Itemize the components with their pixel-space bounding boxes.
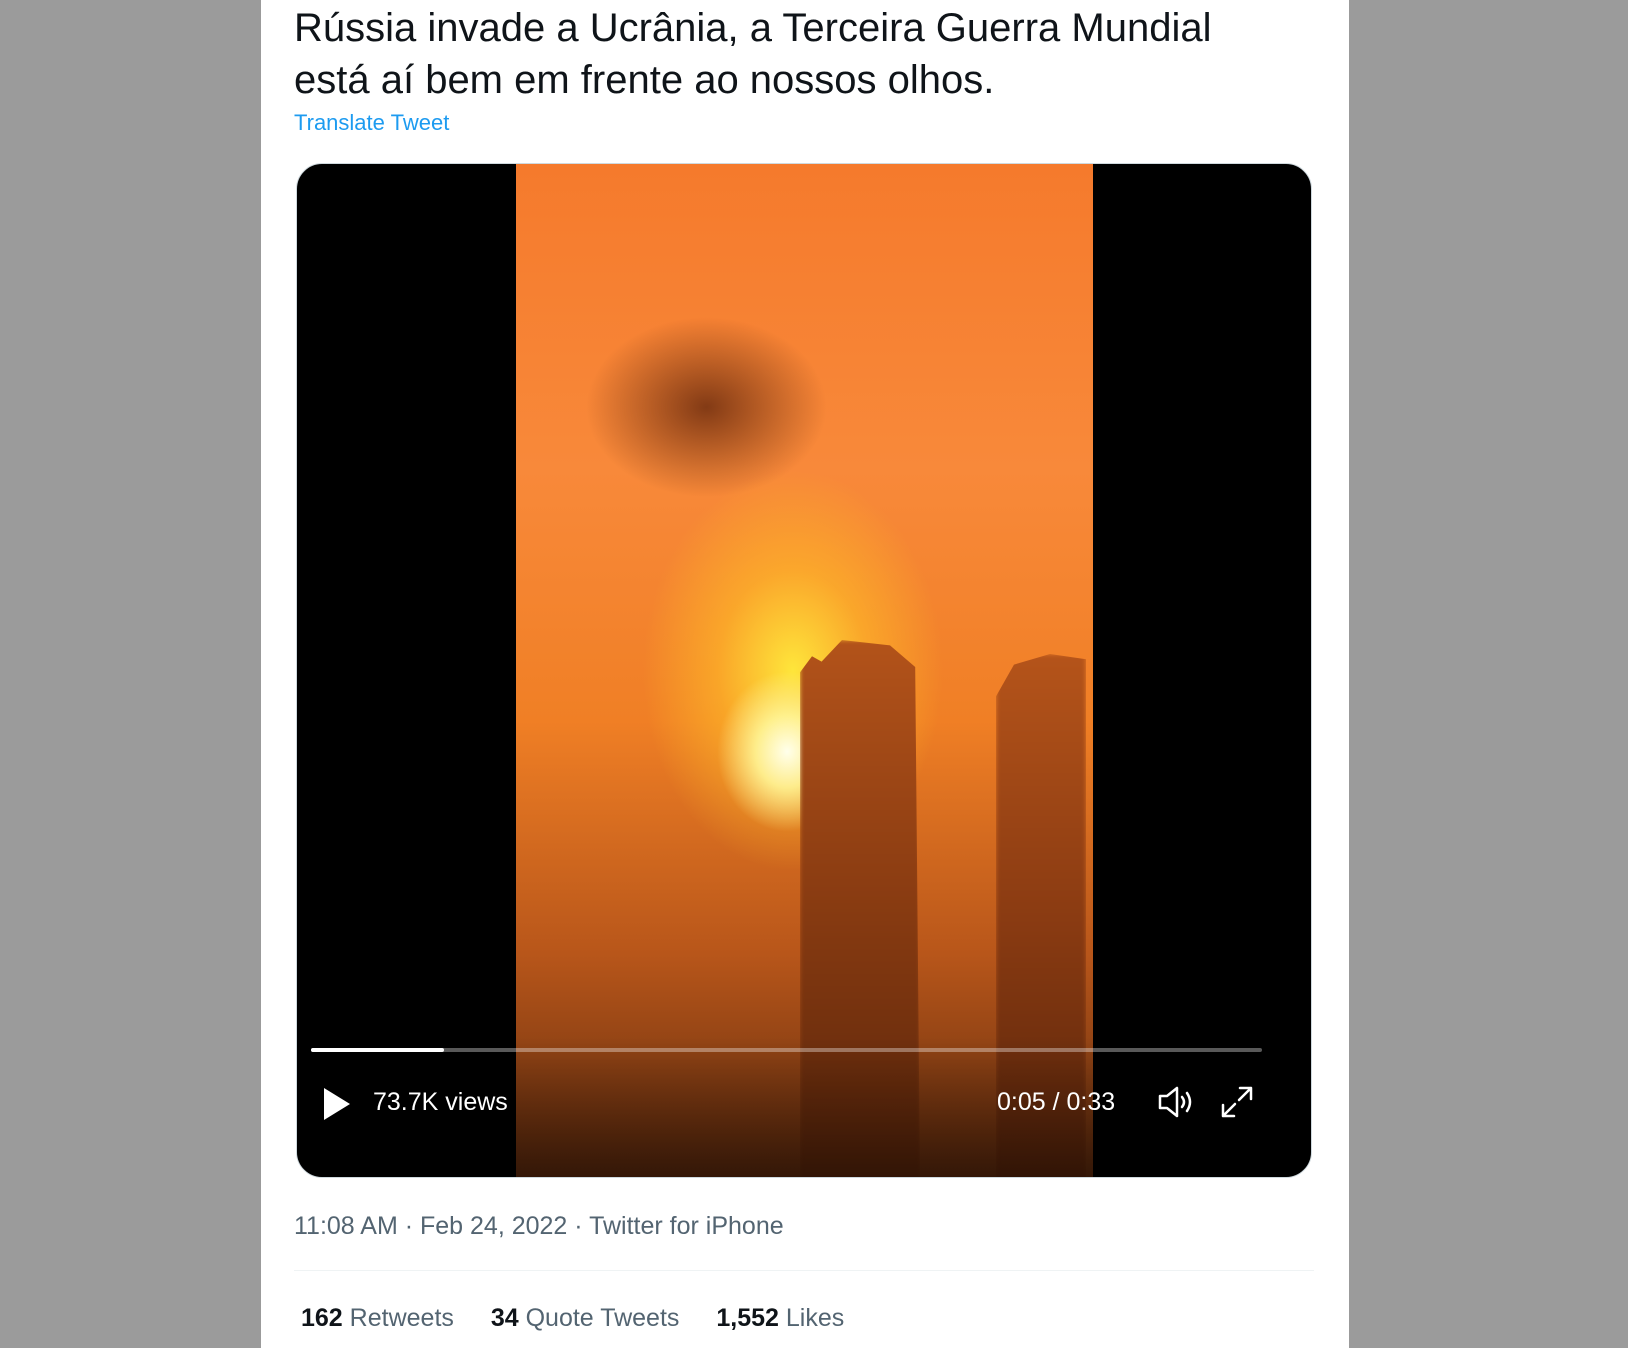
video-progress-bar[interactable] [311,1048,1262,1052]
retweets-count: 162 [301,1304,343,1332]
tweet-text-line-1: Rússia invade a Ucrânia, a Terceira Guer… [294,6,1212,50]
tweet-text-line-2: está aí bem em frente ao nossos olhos. [294,58,995,102]
quote-tweets-label: Quote Tweets [525,1304,680,1332]
tweet-time[interactable]: 11:08 AM [294,1212,398,1240]
likes-label: Likes [785,1304,845,1332]
likes-count: 1,552 [716,1304,779,1332]
tweet-source[interactable]: Twitter for iPhone [589,1212,784,1240]
tweet-date[interactable]: Feb 24, 2022 [420,1212,567,1240]
tweet-card: Rússia invade a Ucrânia, a Terceira Guer… [261,0,1349,1348]
quote-tweets-count: 34 [490,1304,519,1332]
meta-separator: · [567,1212,590,1240]
meta-separator: · [397,1212,420,1240]
video-progress-fill [311,1048,445,1052]
divider [294,1270,1314,1271]
translate-tweet-link[interactable]: Translate Tweet [294,110,449,136]
tweet-text: Rússia invade a Ucrânia, a Terceira Guer… [294,2,1314,106]
tweet-meta: 11:08 AM · Feb 24, 2022 · Twitter for iP… [294,1210,784,1242]
fullscreen-icon[interactable] [1219,1084,1255,1120]
quote-tweets-stat[interactable]: 34 Quote Tweets [491,1304,680,1332]
retweets-stat[interactable]: 162 Retweets [301,1304,454,1332]
play-icon[interactable] [321,1086,353,1122]
video-player[interactable]: 73.7K views 0:05 / 0:33 [296,163,1312,1178]
likes-stat[interactable]: 1,552 Likes [716,1304,844,1332]
retweets-label: Retweets [349,1304,454,1332]
video-frame [516,164,1093,1177]
video-view-count: 73.7K views [373,1088,508,1116]
video-time: 0:05 / 0:33 [997,1088,1116,1116]
tweet-stats: 162 Retweets 34 Quote Tweets 1,552 Likes [301,1302,874,1334]
volume-icon[interactable] [1157,1084,1197,1120]
